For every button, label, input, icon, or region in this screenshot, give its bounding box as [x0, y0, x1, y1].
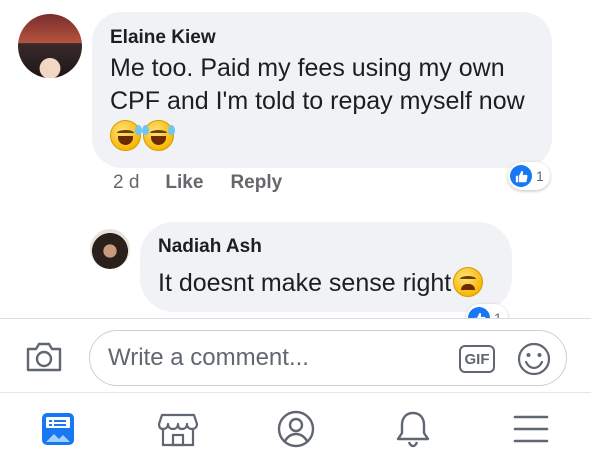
tab-notifications[interactable] [391, 409, 435, 449]
tab-marketplace[interactable] [156, 409, 200, 449]
bottom-tab-bar [0, 392, 591, 462]
comment-input-field[interactable]: GIF [89, 330, 567, 386]
sweat-smile-emoji-icon [110, 120, 142, 151]
comment-text: Me too. Paid my fees using my own CPF an… [110, 54, 525, 115]
reaction-summary[interactable]: 1 [508, 162, 550, 190]
comment-input[interactable] [108, 341, 438, 375]
reaction-count: 1 [494, 310, 502, 318]
comment-text-content: It doesnt make sense right [158, 269, 452, 297]
like-button[interactable]: Like [165, 172, 203, 194]
comment-text: It doesnt make sense right [158, 267, 484, 300]
camera-icon[interactable] [24, 341, 64, 373]
reaction-count: 1 [536, 168, 544, 184]
tab-profile[interactable] [274, 409, 318, 449]
comment-composer: GIF [0, 318, 591, 392]
thumbs-up-icon [468, 307, 490, 318]
weary-face-emoji-icon [453, 267, 484, 297]
marketplace-icon [158, 413, 198, 447]
feed-icon [42, 413, 74, 445]
avatar[interactable] [18, 14, 82, 78]
profile-icon [277, 410, 315, 448]
tears-of-joy-emoji-icon [142, 120, 175, 151]
comment-timestamp: 2 d [113, 172, 140, 193]
thumbs-up-icon [510, 165, 532, 187]
comment-meta: 2 d Like Reply [113, 172, 282, 194]
avatar[interactable] [90, 229, 130, 269]
comment-emoji-row [110, 120, 176, 151]
comment-thread: Elaine Kiew Me too. Paid my fees using m… [0, 0, 591, 318]
emoji-picker-icon[interactable] [516, 341, 552, 377]
menu-icon [513, 415, 549, 443]
gif-button[interactable]: GIF [459, 345, 495, 373]
notifications-bell-icon [396, 411, 430, 448]
tab-menu[interactable] [509, 409, 553, 449]
tab-feed[interactable] [36, 409, 80, 449]
reply-button[interactable]: Reply [230, 172, 282, 194]
comment-author[interactable]: Nadiah Ash [158, 236, 262, 258]
reaction-summary[interactable]: 1 [466, 304, 508, 318]
comment-author[interactable]: Elaine Kiew [110, 27, 216, 49]
